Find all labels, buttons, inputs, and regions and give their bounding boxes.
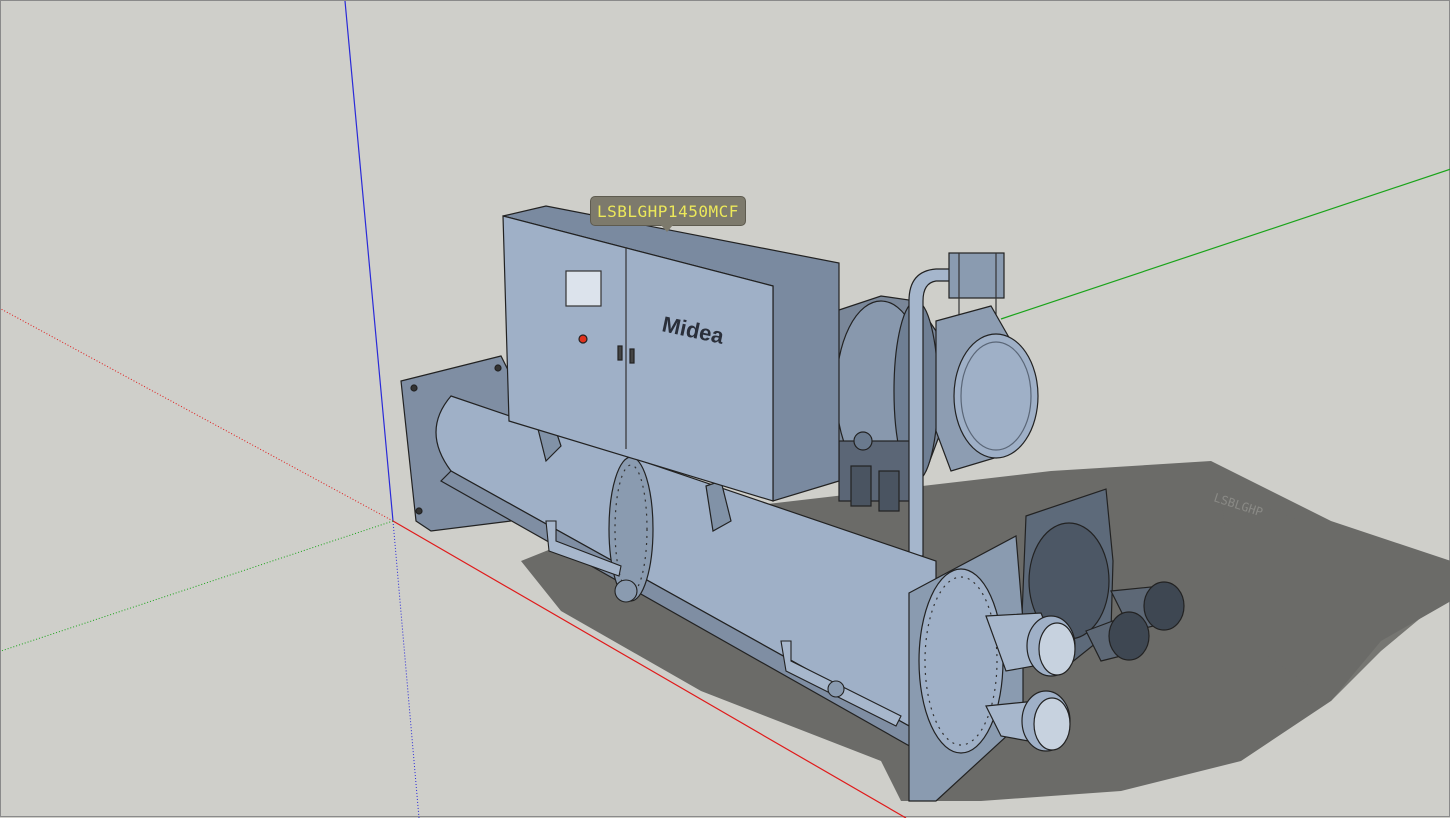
blue-axis-neg bbox=[392, 520, 420, 818]
compressor[interactable] bbox=[830, 295, 942, 512]
3d-viewport[interactable]: LSBLGHP Midea LSBLGHP1450MCF bbox=[0, 0, 1450, 818]
oil-separator[interactable] bbox=[935, 305, 1039, 472]
model-label-tag[interactable]: LSBLGHP1450MCF bbox=[590, 196, 746, 226]
blue-axis bbox=[344, 1, 394, 522]
model-label-text: LSBLGHP1450MCF bbox=[597, 201, 739, 221]
green-axis-neg bbox=[1, 520, 394, 652]
display-screen[interactable] bbox=[565, 270, 602, 307]
emergency-button[interactable] bbox=[578, 334, 588, 344]
tag-pointer bbox=[661, 225, 673, 232]
green-axis bbox=[1000, 168, 1450, 320]
door-handle-left[interactable] bbox=[617, 345, 623, 361]
red-axis-neg bbox=[1, 308, 394, 522]
door-handle-right[interactable] bbox=[629, 348, 635, 364]
model-scene[interactable]: LSBLGHP Midea bbox=[1, 1, 1450, 818]
